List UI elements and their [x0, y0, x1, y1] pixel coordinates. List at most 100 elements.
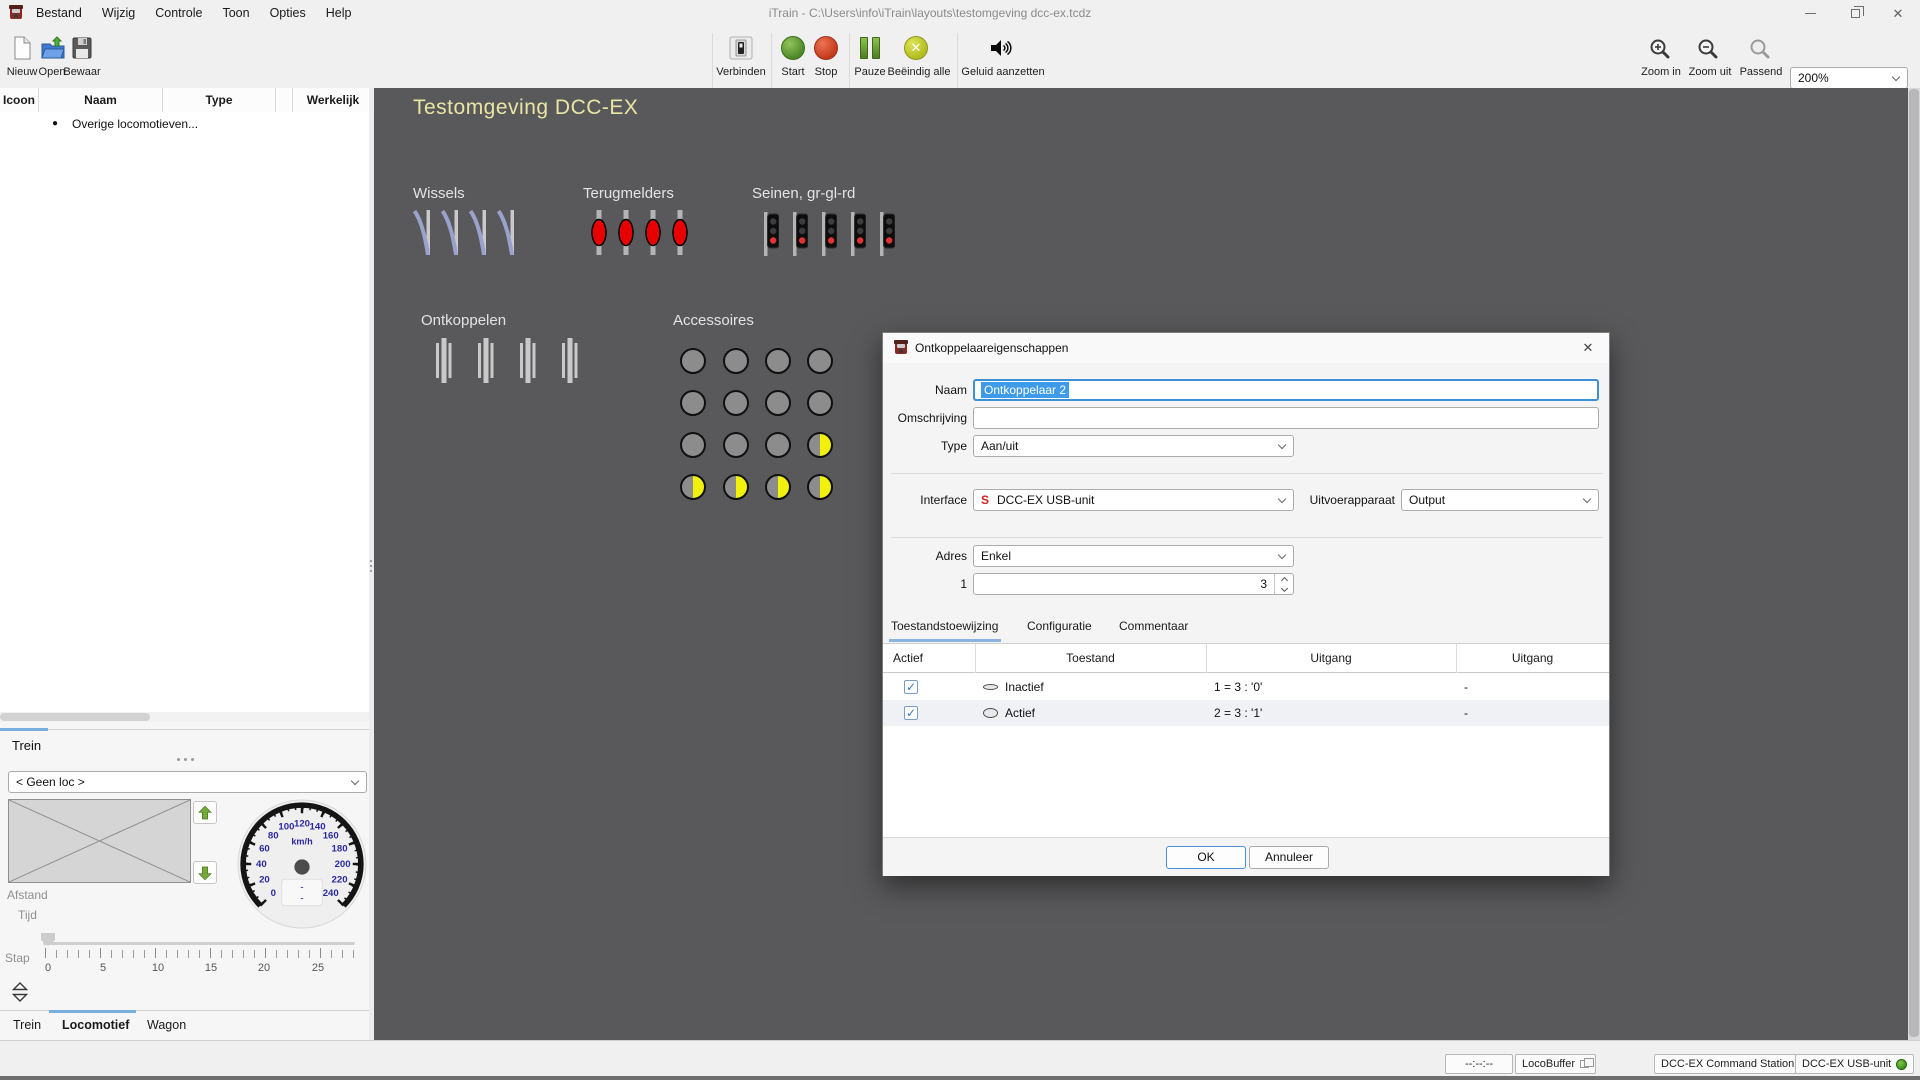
accessoire-button[interactable]: [807, 432, 833, 458]
accessoire-button[interactable]: [680, 390, 706, 416]
wissel-icon[interactable]: [441, 210, 461, 255]
type-select[interactable]: Aan/uit: [973, 435, 1294, 457]
tab-locomotief[interactable]: Locomotief: [62, 1018, 129, 1032]
accessoire-button[interactable]: [807, 348, 833, 374]
scrollbar-thumb[interactable]: [0, 713, 150, 721]
ontkoppelaar-icon[interactable]: [518, 338, 536, 383]
wissel-icon[interactable]: [413, 210, 433, 255]
stap-slider-track[interactable]: [43, 942, 355, 945]
ontkoppelaar-icon[interactable]: [476, 338, 494, 383]
menu-controle[interactable]: Controle: [145, 0, 212, 27]
menu-help[interactable]: Help: [316, 0, 362, 27]
restore-button[interactable]: [1835, 0, 1875, 27]
accessoire-button[interactable]: [680, 474, 706, 500]
dialog-close-button[interactable]: ✕: [1567, 333, 1609, 363]
accessoire-button[interactable]: [723, 432, 749, 458]
minimize-button[interactable]: [1790, 0, 1830, 27]
splitter-handle[interactable]: [177, 758, 194, 761]
col-uitgang-1[interactable]: Uitgang: [1206, 644, 1456, 673]
table-row[interactable]: ✓ Inactief 1 = 3 : '0' -: [883, 674, 1609, 700]
tree-horizontal-scrollbar[interactable]: [0, 712, 373, 722]
pauze-button[interactable]: [858, 37, 882, 59]
ok-button[interactable]: OK: [1166, 846, 1246, 869]
col-actief[interactable]: Actief: [893, 644, 923, 673]
geluid-button[interactable]: [989, 36, 1015, 63]
interface-select[interactable]: SDCC-EX USB-unit: [973, 489, 1294, 511]
adres-number-input[interactable]: 3: [973, 573, 1294, 595]
zoom-level-select[interactable]: 200%: [1790, 67, 1908, 89]
accessoire-button[interactable]: [807, 390, 833, 416]
menu-wijzig[interactable]: Wijzig: [92, 0, 145, 27]
menu-bestand[interactable]: Bestand: [26, 0, 92, 27]
tree-header-naam[interactable]: Naam: [39, 88, 163, 112]
tree-header-werkelijk[interactable]: Werkelijk: [293, 88, 373, 112]
ontkoppelaar-icon[interactable]: [434, 338, 452, 383]
tab-toestandstoewijzing[interactable]: Toestandstoewijzing: [891, 619, 998, 633]
nieuw-button[interactable]: [10, 35, 34, 64]
adres-mode-select[interactable]: Enkel: [973, 545, 1294, 567]
locobuffer-status[interactable]: LocoBuffer: [1515, 1054, 1596, 1074]
terugmelder-icon[interactable]: [618, 210, 634, 255]
start-button[interactable]: [781, 36, 805, 60]
accessoire-button[interactable]: [765, 474, 791, 500]
stop-button[interactable]: [814, 36, 838, 60]
verbinden-button[interactable]: [729, 36, 753, 63]
accessoire-button[interactable]: [680, 348, 706, 374]
tab-commentaar[interactable]: Commentaar: [1119, 619, 1188, 633]
col-toestand[interactable]: Toestand: [975, 644, 1206, 673]
tree-header-icoon[interactable]: Icoon: [0, 88, 39, 112]
accessoire-button[interactable]: [807, 474, 833, 500]
bewaar-button[interactable]: [70, 35, 94, 64]
decoupler-icon[interactable]: [12, 982, 28, 1005]
ontkoppelaar-icon[interactable]: [560, 338, 578, 383]
menu-opties[interactable]: Opties: [260, 0, 316, 27]
accessoire-button[interactable]: [765, 348, 791, 374]
beeindig-alle-button[interactable]: ✕: [904, 36, 928, 60]
accessoire-button[interactable]: [765, 390, 791, 416]
sein-icon[interactable]: [821, 212, 837, 256]
sein-icon[interactable]: [792, 212, 808, 256]
speed-up-button[interactable]: [193, 801, 217, 824]
sein-icon[interactable]: [879, 212, 895, 256]
tree-row[interactable]: ● Overige locomotieven...: [0, 113, 373, 135]
actief-checkbox[interactable]: ✓: [904, 706, 918, 720]
command-station-status[interactable]: DCC-EX Command Station: [1654, 1054, 1815, 1074]
accessoire-button[interactable]: [723, 348, 749, 374]
tree-header-blank[interactable]: [276, 88, 293, 112]
speed-down-button[interactable]: [193, 861, 217, 884]
col-uitgang-2[interactable]: Uitgang: [1456, 644, 1609, 673]
uitvoerapparaat-select[interactable]: Output: [1401, 489, 1599, 511]
naam-input[interactable]: Ontkoppelaar 2: [973, 379, 1599, 401]
tab-trein[interactable]: Trein: [13, 1018, 41, 1032]
wissel-icon[interactable]: [497, 210, 517, 255]
accessoire-button[interactable]: [765, 432, 791, 458]
terugmelder-icon[interactable]: [645, 210, 661, 255]
zoom-in-button[interactable]: [1648, 37, 1672, 64]
sein-icon[interactable]: [763, 212, 779, 256]
sein-icon[interactable]: [850, 212, 866, 256]
usb-unit-status[interactable]: DCC-EX USB-unit: [1795, 1054, 1914, 1074]
accessoire-button[interactable]: [680, 432, 706, 458]
accessoire-button[interactable]: [723, 390, 749, 416]
terugmelder-icon[interactable]: [672, 210, 688, 255]
annuleer-button[interactable]: Annuleer: [1249, 846, 1329, 869]
terugmelder-icon[interactable]: [591, 210, 607, 255]
tab-configuratie[interactable]: Configuratie: [1027, 619, 1092, 633]
panel-splitter[interactable]: [369, 88, 374, 1040]
actief-checkbox[interactable]: ✓: [904, 680, 918, 694]
menu-toon[interactable]: Toon: [212, 0, 259, 27]
canvas-vertical-scrollbar[interactable]: [1908, 88, 1920, 1040]
accessoire-button[interactable]: [723, 474, 749, 500]
scrollbar-thumb[interactable]: [1909, 89, 1919, 1037]
omschrijving-input[interactable]: [973, 407, 1599, 429]
loc-select[interactable]: < Geen loc >: [8, 771, 367, 793]
table-row[interactable]: ✓ Actief 2 = 3 : '1' -: [883, 700, 1609, 726]
wissel-icon[interactable]: [469, 210, 489, 255]
adres-number-spinner[interactable]: [1274, 574, 1293, 594]
passend-button[interactable]: [1748, 37, 1772, 64]
tree-header-type[interactable]: Type: [163, 88, 276, 112]
tab-wagon[interactable]: Wagon: [147, 1018, 186, 1032]
zoom-uit-button[interactable]: [1696, 37, 1720, 64]
open-button[interactable]: [40, 35, 66, 64]
close-button[interactable]: ✕: [1878, 0, 1918, 27]
